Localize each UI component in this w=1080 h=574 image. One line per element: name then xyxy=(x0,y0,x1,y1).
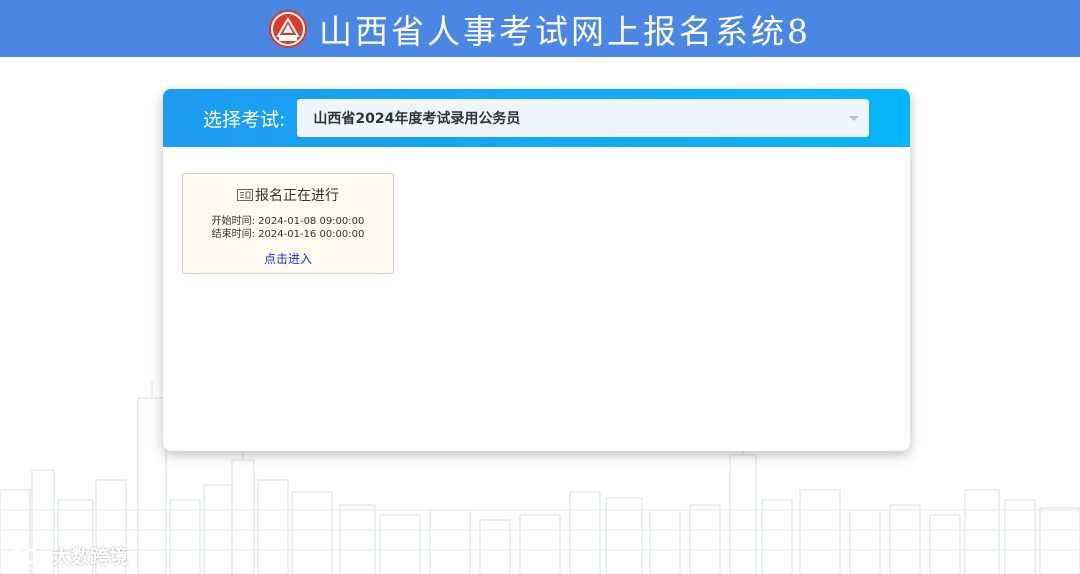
document-icon xyxy=(237,189,253,201)
enter-exam-link[interactable]: 点击进入 xyxy=(264,250,312,267)
exam-card-title: 报名正在进行 xyxy=(183,185,393,205)
exam-select-value: 山西省2024年度考试录用公务员 xyxy=(313,111,521,127)
end-time-row: 结束时间: 2024-01-16 00:00:00 xyxy=(183,228,393,241)
registration-status: 报名正在进行 xyxy=(255,188,339,204)
page-title: 山西省人事考试网上报名系统8 xyxy=(319,11,811,51)
exam-select-dropdown[interactable]: 山西省2024年度考试录用公务员 xyxy=(297,99,870,137)
exam-selection-panel: 选择考试: 山西省2024年度考试录用公务员 报名正在进行 开始时间: 2024… xyxy=(163,89,910,451)
panel-header: 选择考试: 山西省2024年度考试录用公务员 xyxy=(163,89,910,147)
exam-select-label: 选择考试: xyxy=(203,108,286,131)
site-header: 山西省人事考试网上报名系统8 xyxy=(0,0,1080,57)
chevron-down-icon[interactable] xyxy=(849,116,860,121)
end-time-label: 结束时间: xyxy=(211,229,255,240)
watermark: 大数跨境 xyxy=(10,542,128,569)
exam-card: 报名正在进行 开始时间: 2024-01-08 09:00:00 结束时间: 2… xyxy=(182,173,394,274)
start-time-value: 2024-01-08 09:00:00 xyxy=(258,216,365,227)
start-time-label: 开始时间: xyxy=(211,216,255,227)
start-time-row: 开始时间: 2024-01-08 09:00:00 xyxy=(183,215,393,228)
sxpta-logo xyxy=(269,9,307,48)
exam-card-times: 开始时间: 2024-01-08 09:00:00 结束时间: 2024-01-… xyxy=(183,215,393,241)
end-time-value: 2024-01-16 00:00:00 xyxy=(258,229,365,240)
watermark-text: 大数跨境 xyxy=(52,546,129,568)
watermark-logo-icon xyxy=(10,548,48,563)
